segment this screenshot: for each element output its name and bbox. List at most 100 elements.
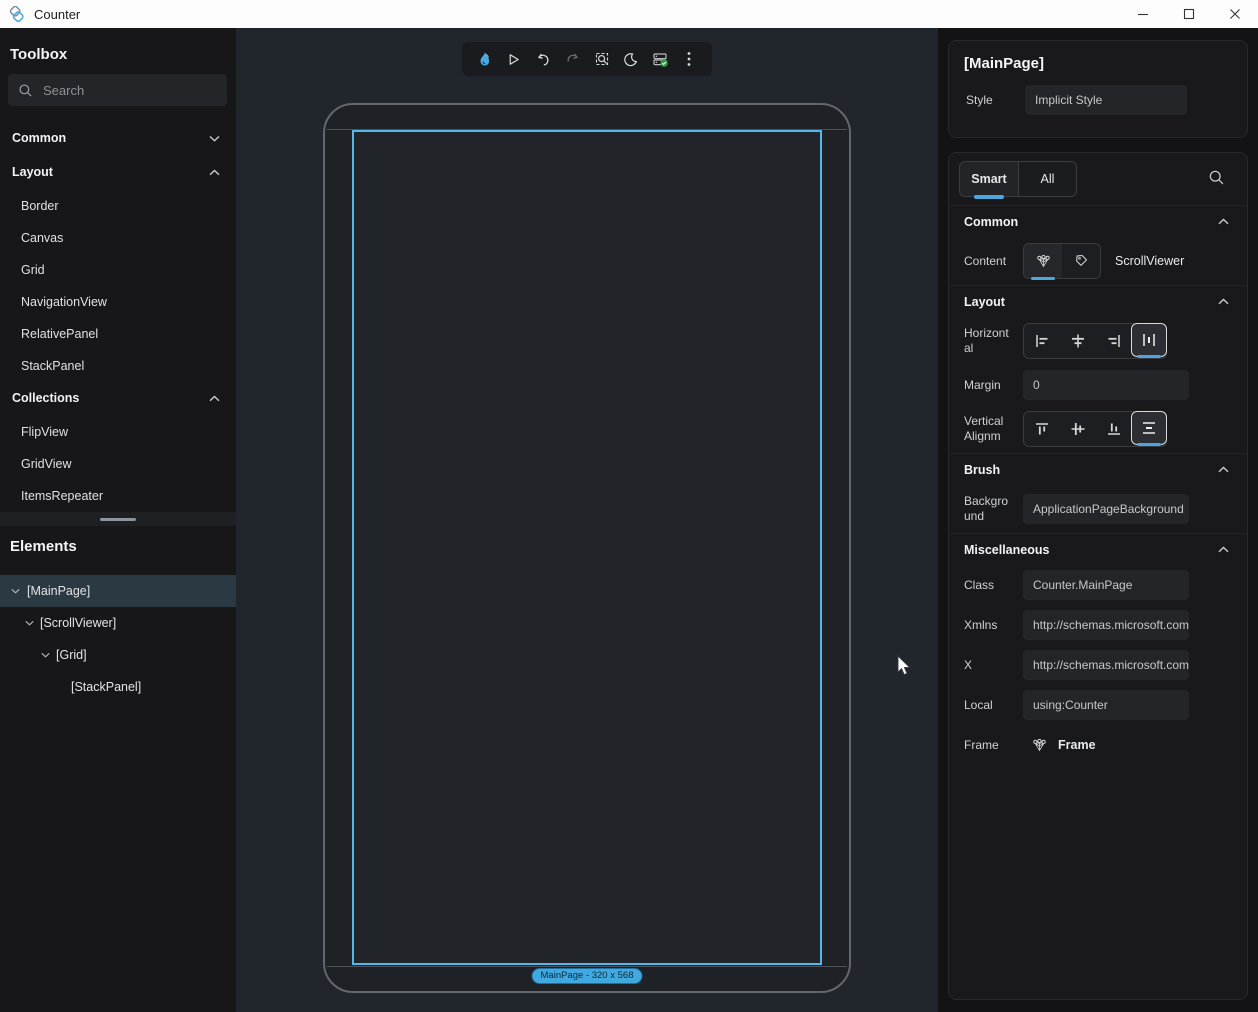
content-row: Content: [949, 237, 1247, 285]
align-stretch-button[interactable]: [1131, 323, 1167, 357]
selected-alignment-indicator: [1137, 443, 1161, 446]
component-hierarchy-icon: [1031, 737, 1048, 754]
active-toggle-indicator: [1031, 277, 1055, 280]
x-input[interactable]: http://schemas.microsoft.com: [1023, 650, 1189, 680]
app-window: Counter Toolbox Common: [0, 0, 1258, 1012]
close-button[interactable]: [1212, 0, 1258, 28]
more-options-icon[interactable]: [677, 47, 701, 71]
vertical-alignment-row: Vertical Alignm: [949, 405, 1247, 453]
mouse-cursor: [897, 655, 913, 677]
content-value[interactable]: ScrollViewer: [1115, 254, 1184, 268]
toolbox-item-canvas[interactable]: Canvas: [0, 222, 236, 254]
toolbox-search-input[interactable]: [43, 83, 193, 98]
toolbox-item-stackpanel[interactable]: StackPanel: [0, 350, 236, 382]
style-row: Style Implicit Style: [949, 85, 1247, 115]
horizontal-alignment-group: [1023, 323, 1167, 359]
align-left-button[interactable]: [1024, 324, 1060, 358]
xmlns-row: Xmlns http://schemas.microsoft.com: [949, 605, 1247, 645]
align-center-button[interactable]: [1060, 324, 1096, 358]
tree-item-mainpage[interactable]: [MainPage]: [0, 575, 236, 607]
redo-icon[interactable]: [560, 47, 584, 71]
dark-theme-moon-icon[interactable]: [619, 47, 643, 71]
maximize-button[interactable]: [1166, 0, 1212, 28]
toolbox-item-flipview[interactable]: FlipView: [0, 416, 236, 448]
margin-input[interactable]: 0: [1023, 370, 1189, 400]
chevron-up-icon: [1218, 546, 1229, 553]
align-stretch-icon: [1140, 331, 1158, 349]
chevron-down-icon[interactable]: [24, 620, 34, 626]
section-common[interactable]: Common: [949, 205, 1247, 237]
local-input[interactable]: using:Counter: [1023, 690, 1189, 720]
inspector-tabs: Smart All: [949, 153, 1247, 205]
vertical-alignment-group: [1023, 411, 1167, 447]
class-label: Class: [964, 578, 1012, 593]
align-right-button[interactable]: [1096, 324, 1132, 358]
properties-search-button[interactable]: [1208, 169, 1225, 186]
close-icon: [1229, 8, 1241, 20]
local-row: Local using:Counter: [949, 685, 1247, 725]
background-input[interactable]: ApplicationPageBackground: [1023, 494, 1189, 524]
tab-all[interactable]: All: [1018, 162, 1076, 196]
tag-icon: [1073, 253, 1089, 269]
style-input[interactable]: Implicit Style: [1025, 85, 1187, 115]
align-bottom-button[interactable]: [1096, 412, 1132, 446]
play-icon[interactable]: [502, 47, 526, 71]
toolbox-item-grid[interactable]: Grid: [0, 254, 236, 286]
minimize-icon: [1137, 8, 1149, 20]
align-middle-button[interactable]: [1060, 412, 1096, 446]
align-left-icon: [1033, 332, 1051, 350]
hot-design-flame-icon[interactable]: [473, 47, 497, 71]
tab-group: Smart All: [959, 161, 1077, 197]
app-logo-icon: [8, 6, 25, 23]
canvas-toolbar: [462, 42, 712, 76]
toolbox-item-gridview[interactable]: GridView: [0, 448, 236, 480]
toolbox-item-navigationview[interactable]: NavigationView: [0, 286, 236, 318]
minimize-button[interactable]: [1120, 0, 1166, 28]
horizontal-alignment-label: Horizontal: [964, 326, 1012, 356]
frame-label: Frame: [964, 738, 1012, 753]
class-input[interactable]: Counter.MainPage: [1023, 570, 1189, 600]
content-label: Content: [964, 254, 1012, 269]
toolbox-section-layout[interactable]: Layout: [0, 156, 236, 188]
align-top-button[interactable]: [1024, 412, 1060, 446]
align-vstretch-button[interactable]: [1131, 411, 1167, 445]
style-label: Style: [966, 93, 1014, 108]
content-element-mode-button[interactable]: [1024, 244, 1062, 278]
section-miscellaneous[interactable]: Miscellaneous: [949, 533, 1247, 565]
section-brush[interactable]: Brush: [949, 453, 1247, 485]
toolbox-item-relativepanel[interactable]: RelativePanel: [0, 318, 236, 350]
horizontal-alignment-row: Horizontal: [949, 317, 1247, 365]
background-label: Background: [964, 494, 1012, 524]
xmlns-input[interactable]: http://schemas.microsoft.com: [1023, 610, 1189, 640]
toolbox-search[interactable]: [8, 74, 227, 106]
chevron-up-icon: [1218, 466, 1229, 473]
tree-item-grid[interactable]: [Grid]: [0, 639, 236, 671]
chevron-down-icon[interactable]: [40, 652, 50, 658]
content-tag-mode-button[interactable]: [1062, 244, 1100, 278]
chevron-down-icon[interactable]: [10, 588, 20, 594]
tab-smart[interactable]: Smart: [960, 162, 1018, 196]
frame-value[interactable]: Frame: [1058, 738, 1096, 752]
zoom-to-fit-icon[interactable]: [590, 47, 614, 71]
server-status-ok-icon[interactable]: [648, 47, 672, 71]
toolbox-panel: Toolbox Common Layout Border Canvas Grid…: [0, 28, 236, 1012]
component-hierarchy-icon: [1035, 253, 1052, 270]
toolbox-section-common[interactable]: Common: [0, 122, 236, 154]
section-layout[interactable]: Layout: [949, 285, 1247, 317]
tree-item-scrollviewer[interactable]: [ScrollViewer]: [0, 607, 236, 639]
active-tab-indicator: [974, 195, 1004, 199]
tree-item-stackpanel[interactable]: [StackPanel]: [0, 671, 236, 703]
xmlns-label: Xmlns: [964, 618, 1012, 633]
design-canvas[interactable]: MainPage - 320 x 568: [236, 28, 938, 1012]
panel-splitter[interactable]: [0, 512, 236, 526]
background-row: Background ApplicationPageBackground: [949, 485, 1247, 533]
design-surface-mainpage[interactable]: [352, 130, 822, 965]
page-size-badge: MainPage - 320 x 568: [532, 968, 643, 984]
splitter-handle-icon: [100, 518, 136, 521]
toolbox-section-collections[interactable]: Collections: [0, 382, 236, 414]
elements-title: Elements: [10, 538, 77, 555]
undo-icon[interactable]: [531, 47, 555, 71]
toolbox-item-border[interactable]: Border: [0, 190, 236, 222]
toolbox-item-itemsrepeater[interactable]: ItemsRepeater: [0, 480, 236, 512]
chevron-up-icon: [209, 395, 220, 402]
